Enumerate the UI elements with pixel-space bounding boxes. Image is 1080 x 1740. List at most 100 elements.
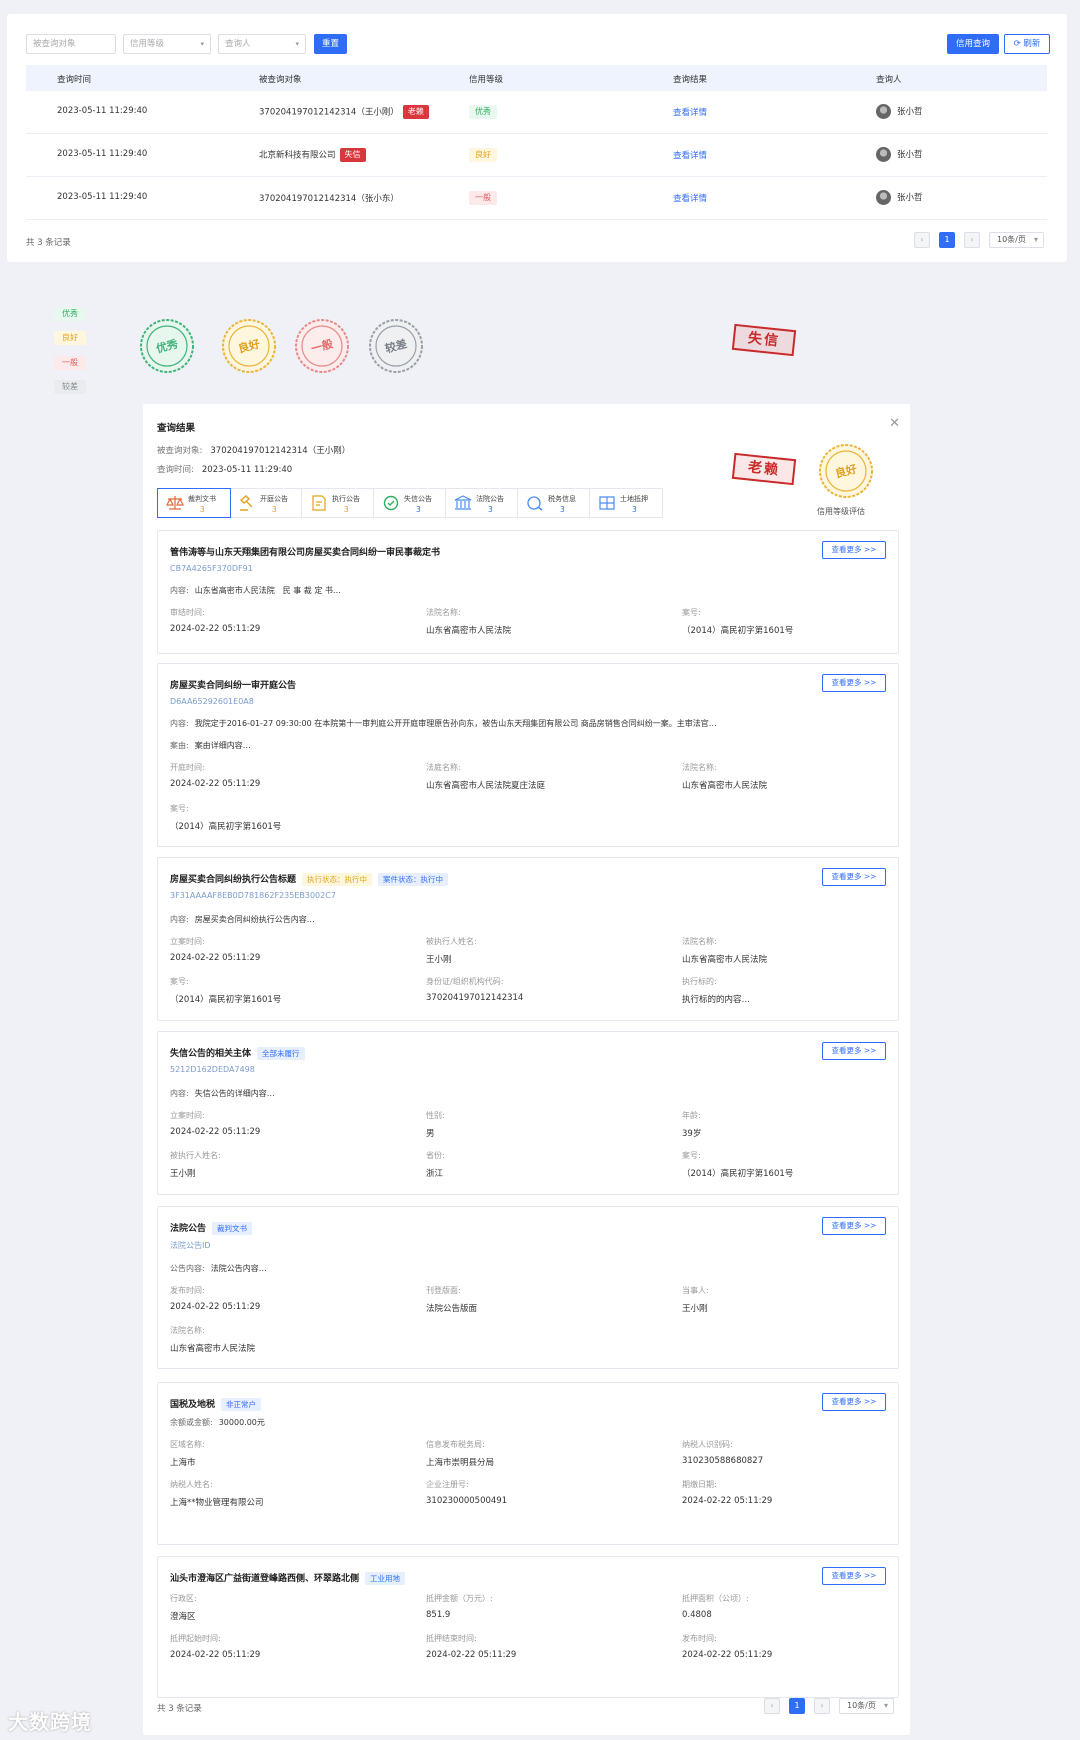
execution-status-badge: 执行状态：执行中 bbox=[302, 873, 373, 886]
card-title: 失信公告的相关主体 全部未履行 bbox=[170, 1046, 305, 1060]
gavel-icon bbox=[239, 495, 253, 511]
header-target: 被查询对象 bbox=[259, 75, 302, 85]
prev-page-button[interactable]: ‹ bbox=[914, 232, 930, 248]
watermark-logo: 大数跨境 bbox=[8, 1710, 92, 1734]
seal-average-icon: 一般 bbox=[295, 319, 349, 373]
level-filter-select[interactable]: 信用等级 ▾ bbox=[123, 34, 211, 54]
tab-judgment[interactable]: 裁判文书 3 bbox=[157, 488, 231, 518]
page-size-select[interactable]: 10条/页 ▾ bbox=[839, 1698, 894, 1714]
modal-title: 查询结果 bbox=[157, 423, 196, 434]
category-tabs: 裁判文书 3 开庭公告 3 执行公告 3 失信公告 3 法院公告 3 税务信息 3 土地抵押… bbox=[157, 488, 663, 518]
header-level: 信用等级 bbox=[469, 75, 504, 85]
close-icon[interactable]: ✕ bbox=[889, 416, 900, 431]
tax-card: 国税及地税 非正常户 余额或金额: 30000.00元 查看更多 >> 区域名称: … bbox=[157, 1382, 899, 1545]
execution-card: 房屋买卖合同纠纷执行公告标题 执行状态：执行中 案件状态：执行中 3F31AAAAF… bbox=[157, 857, 899, 1021]
scale-icon bbox=[166, 496, 184, 510]
legend-tag-poor: 较差 bbox=[54, 380, 86, 394]
tax-icon bbox=[527, 496, 543, 511]
page-button[interactable]: 1 bbox=[939, 232, 955, 248]
tab-execution[interactable]: 执行公告 3 bbox=[302, 489, 374, 517]
card-title: 房屋买卖合同纠纷一审开庭公告 bbox=[170, 681, 297, 691]
table-row: 2023-05-11 11:29:40 北京新科技有限公司 失信 良好 查看详情 … bbox=[26, 134, 1047, 177]
card-code: 5212D162DEDA7498 bbox=[170, 1065, 255, 1074]
seal-good-icon: 良好 bbox=[222, 319, 276, 373]
court-icon bbox=[454, 495, 472, 510]
meta-target: 被查询对象: 370204197012142314（王小刚） bbox=[157, 446, 351, 456]
next-page-button[interactable]: › bbox=[964, 232, 980, 248]
refresh-icon: ⟳ bbox=[1013, 39, 1021, 49]
judgment-card: 管伟涛等与山东天翔集团有限公司房屋买卖合同纠纷一审民事裁定书 CB7A4265F… bbox=[157, 530, 899, 654]
hearing-card: 房屋买卖合同纠纷一审开庭公告 D6AA65292601E0A8 查看更多 >> … bbox=[157, 663, 899, 847]
amount-value: 30000.00元 bbox=[218, 1418, 265, 1427]
dishonest-stamp: 失信 bbox=[731, 323, 797, 357]
card-title: 汕头市澄海区广益街道登峰路西侧、环翠路北侧 工业用地 bbox=[170, 1571, 406, 1585]
seal-poor-icon: 较差 bbox=[369, 319, 423, 373]
page-size-select[interactable]: 10条/页 ▾ bbox=[989, 232, 1044, 248]
tab-hearing[interactable]: 开庭公告 3 bbox=[230, 489, 302, 517]
status-badge: 非正常户 bbox=[221, 1398, 262, 1411]
header-result: 查询结果 bbox=[673, 75, 708, 85]
query-result-modal: 查询结果 ✕ 被查询对象: 370204197012142314（王小刚） 查询时… bbox=[143, 404, 910, 1735]
card-code: D6AA65292601E0A8 bbox=[170, 697, 254, 706]
category-badge: 裁判文书 bbox=[212, 1222, 253, 1235]
reset-button[interactable]: 重置 bbox=[314, 34, 347, 54]
card-title: 法院公告 裁判文书 bbox=[170, 1221, 253, 1235]
court-notice-card: 法院公告 裁判文书 法院公告ID 查看更多 >> 公告内容: 法院公告内容… 发布时… bbox=[157, 1206, 899, 1369]
legend-tag-average: 一般 bbox=[54, 356, 86, 370]
next-page-button[interactable]: › bbox=[814, 1698, 830, 1714]
land-mortgage-card: 汕头市澄海区广益街道登峰路西侧、环翠路北侧 工业用地 查看更多 >> 行政区: 澄… bbox=[157, 1556, 899, 1698]
seal-icon bbox=[383, 495, 399, 511]
table-row: 2023-05-11 11:29:40 370204197012142314（张… bbox=[26, 177, 1047, 220]
query-list-panel: 被查询对象 信用等级 ▾ 查询人 ▾ 重置 信用查询 ⟳ 刷新 查询时间 被查询对象… bbox=[7, 14, 1067, 262]
avatar bbox=[876, 147, 891, 162]
view-more-button[interactable]: 查看更多 >> bbox=[822, 1393, 886, 1411]
status-badge: 失信 bbox=[339, 148, 366, 162]
level-badge: 良好 bbox=[469, 148, 497, 162]
view-more-button[interactable]: 查看更多 >> bbox=[822, 1567, 886, 1585]
tab-tax[interactable]: 税务信息 3 bbox=[518, 489, 590, 517]
page-button[interactable]: 1 bbox=[789, 1698, 805, 1714]
user-filter-select[interactable]: 查询人 ▾ bbox=[218, 34, 306, 54]
view-detail-link[interactable]: 查看详情 bbox=[673, 106, 707, 118]
card-code: CB7A4265F370DF91 bbox=[170, 564, 253, 573]
view-more-button[interactable]: 查看更多 >> bbox=[822, 1042, 886, 1060]
prev-page-button[interactable]: ‹ bbox=[764, 1698, 780, 1714]
tab-land-mortgage[interactable]: 土地抵押 3 bbox=[590, 489, 662, 517]
tab-dishonest[interactable]: 失信公告 3 bbox=[374, 489, 446, 517]
card-title: 国税及地税 非正常户 bbox=[170, 1397, 262, 1411]
header-time: 查询时间 bbox=[57, 75, 92, 85]
credit-eval-label: 信用等级评估 bbox=[817, 507, 865, 516]
total-records: 共 3 条记录 bbox=[26, 238, 71, 248]
meta-time: 查询时间: 2023-05-11 11:29:40 bbox=[157, 465, 293, 475]
document-icon bbox=[312, 495, 326, 511]
view-detail-link[interactable]: 查看详情 bbox=[673, 149, 707, 161]
refresh-button[interactable]: ⟳ 刷新 bbox=[1004, 34, 1050, 54]
status-badge: 老赖 bbox=[402, 105, 429, 119]
tab-court-notice[interactable]: 法院公告 3 bbox=[446, 489, 518, 517]
card-code: 3F31AAAAF8EB0D781862F235EB3002C7 bbox=[170, 891, 336, 900]
legend-tag-good: 良好 bbox=[54, 331, 86, 345]
credit-query-button[interactable]: 信用查询 bbox=[947, 34, 999, 54]
table-header: 查询时间 被查询对象 信用等级 查询结果 查询人 bbox=[26, 65, 1047, 91]
status-badge: 全部未履行 bbox=[257, 1047, 305, 1060]
table-row: 2023-05-11 11:29:40 370204197012142314（王… bbox=[26, 91, 1047, 134]
case-status-badge: 案件状态：执行中 bbox=[378, 873, 449, 886]
avatar bbox=[876, 190, 891, 205]
level-badge: 优秀 bbox=[469, 105, 497, 119]
view-more-button[interactable]: 查看更多 >> bbox=[822, 541, 886, 559]
card-code: 法院公告ID bbox=[170, 1241, 211, 1250]
view-more-button[interactable]: 查看更多 >> bbox=[822, 868, 886, 886]
view-more-button[interactable]: 查看更多 >> bbox=[822, 1217, 886, 1235]
legend-tag-excellent: 优秀 bbox=[54, 307, 86, 321]
view-more-button[interactable]: 查看更多 >> bbox=[822, 674, 886, 692]
chevron-down-icon: ▾ bbox=[200, 40, 204, 48]
land-type-badge: 工业用地 bbox=[365, 1572, 406, 1585]
view-detail-link[interactable]: 查看详情 bbox=[673, 192, 707, 204]
chevron-down-icon: ▾ bbox=[295, 40, 299, 48]
defaulter-stamp: 老赖 bbox=[731, 452, 797, 486]
chevron-down-icon: ▾ bbox=[1033, 235, 1038, 244]
header-user: 查询人 bbox=[876, 75, 902, 85]
dishonest-card: 失信公告的相关主体 全部未履行 5212D162DEDA7498 查看更多 >> … bbox=[157, 1031, 899, 1195]
chevron-down-icon: ▾ bbox=[883, 1701, 888, 1710]
target-filter-input[interactable]: 被查询对象 bbox=[26, 34, 116, 54]
